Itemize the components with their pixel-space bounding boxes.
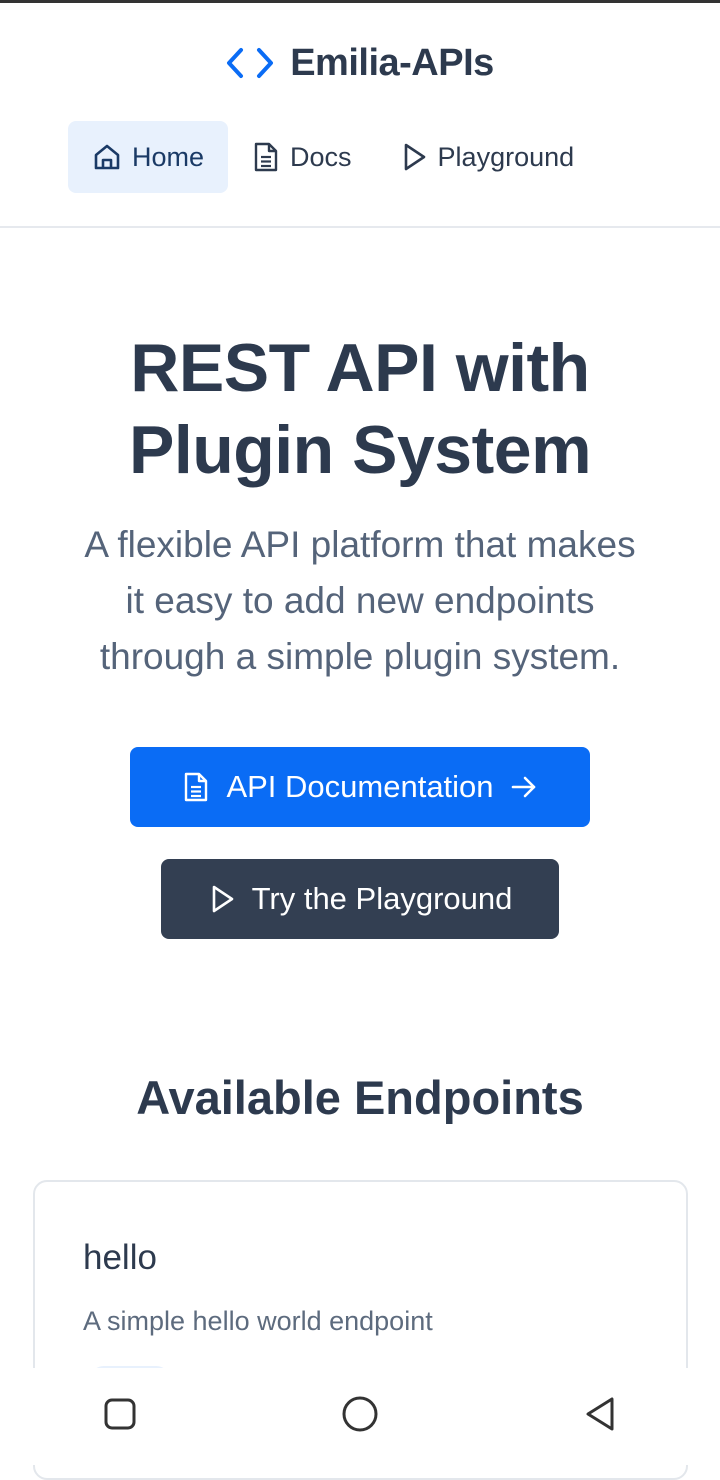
recent-apps-button[interactable] bbox=[80, 1377, 160, 1457]
header-divider bbox=[0, 226, 720, 228]
arrow-right-icon bbox=[510, 774, 538, 800]
nav-item-playground[interactable]: Playground bbox=[376, 121, 599, 193]
home-icon bbox=[92, 142, 122, 172]
nav-label-playground: Playground bbox=[437, 141, 575, 172]
try-playground-button[interactable]: Try the Playground bbox=[161, 859, 559, 939]
endpoint-description: A simple hello world endpoint bbox=[83, 1306, 433, 1336]
nav-label-home: Home bbox=[132, 141, 205, 172]
brand-name: Emilia-APIs bbox=[290, 41, 494, 84]
hero-title-line-1: REST API with bbox=[130, 330, 590, 406]
home-circle-icon bbox=[340, 1394, 380, 1439]
nav-item-home[interactable]: Home bbox=[68, 121, 229, 193]
brand[interactable]: Emilia-APIs bbox=[0, 38, 720, 88]
hero-subtitle-line-2: it easy to add new endpoints bbox=[125, 580, 595, 621]
nav-label-docs: Docs bbox=[290, 141, 352, 172]
main-nav: Home Docs Playground bbox=[68, 121, 598, 193]
code-icon bbox=[226, 46, 274, 80]
hero-title: REST API with Plugin System bbox=[30, 327, 690, 491]
hero-subtitle-line-1: A flexible API platform that makes bbox=[84, 524, 636, 565]
play-icon bbox=[208, 884, 236, 914]
hero-subtitle-line-3: through a simple plugin system. bbox=[99, 636, 621, 677]
system-home-button[interactable] bbox=[320, 1377, 400, 1457]
try-playground-label: Try the Playground bbox=[251, 881, 513, 916]
document-icon bbox=[182, 771, 210, 803]
api-documentation-label: API Documentation bbox=[226, 769, 494, 804]
endpoint-name: hello bbox=[83, 1238, 157, 1277]
hero-subtitle: A flexible API platform that makes it ea… bbox=[30, 517, 690, 685]
nav-item-docs[interactable]: Docs bbox=[228, 121, 376, 193]
recent-apps-icon bbox=[103, 1397, 137, 1436]
system-navigation-bar bbox=[0, 1368, 720, 1465]
system-back-button[interactable] bbox=[560, 1377, 640, 1457]
back-icon bbox=[582, 1395, 618, 1438]
hero-title-line-2: Plugin System bbox=[128, 412, 592, 488]
api-documentation-button[interactable]: API Documentation bbox=[130, 747, 590, 827]
play-icon bbox=[400, 142, 428, 172]
status-bar-edge bbox=[0, 0, 720, 3]
document-icon bbox=[252, 141, 280, 173]
section-title: Available Endpoints bbox=[136, 1071, 584, 1124]
